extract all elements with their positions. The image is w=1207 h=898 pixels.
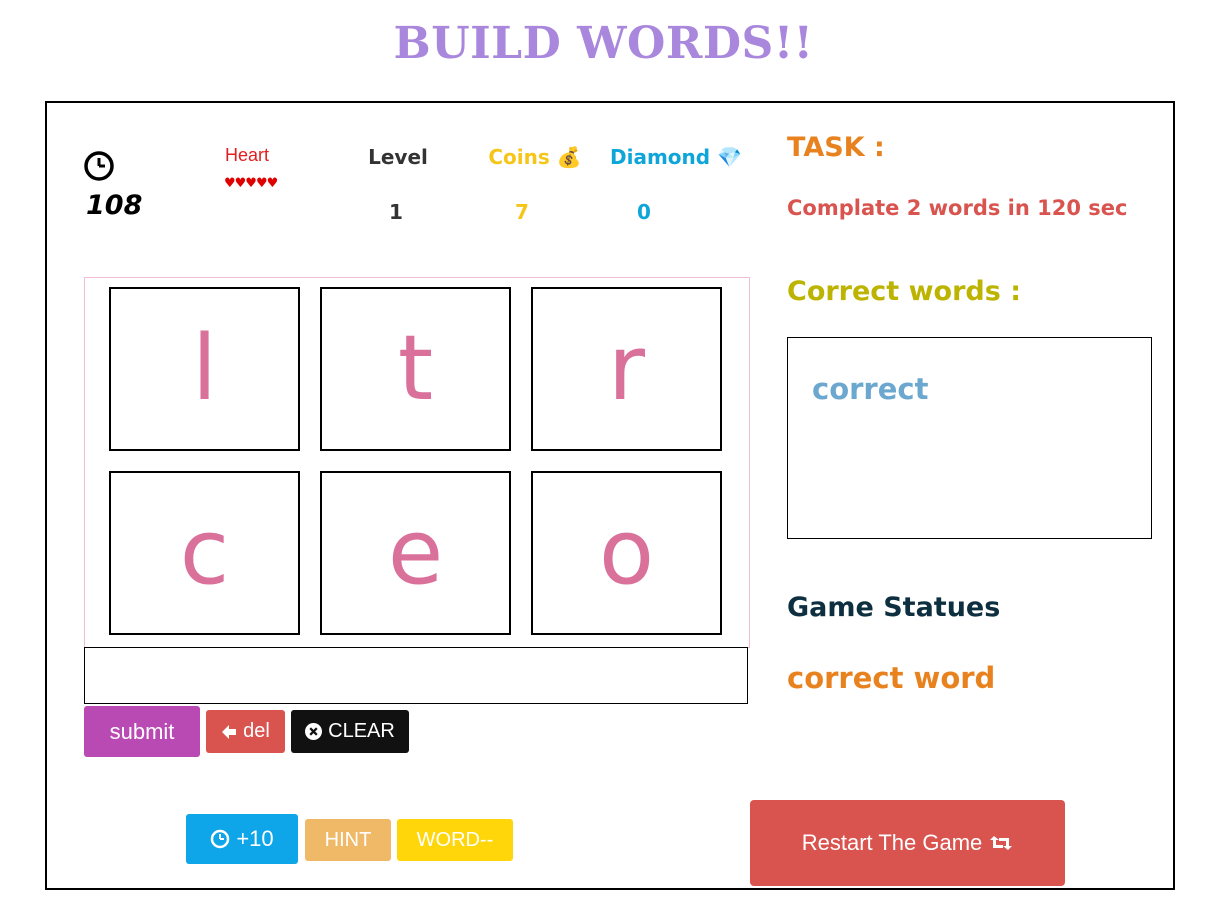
timer-value: 108 [86, 190, 143, 221]
tile-letter: r [607, 316, 645, 421]
tile-letter: c [179, 500, 230, 605]
diamond-label: Diamond 💎 [610, 145, 742, 169]
delete-button[interactable]: del [206, 710, 285, 753]
add-time-button[interactable]: +10 [186, 814, 298, 864]
delete-label: del [243, 720, 270, 742]
coins-label: Coins 💰 [488, 145, 582, 169]
level-value: 1 [389, 200, 403, 224]
restart-button[interactable]: Restart The Game [750, 800, 1065, 886]
letter-tile[interactable]: o [531, 471, 722, 635]
letter-tile[interactable]: t [320, 287, 511, 451]
letter-grid: l t r c e o [84, 277, 750, 648]
heart-label: Heart [225, 145, 270, 165]
submit-button[interactable]: submit [84, 706, 200, 757]
restart-label: Restart The Game [801, 830, 983, 855]
game-status-text: correct word [787, 661, 996, 695]
letter-tile[interactable]: l [109, 287, 300, 451]
letter-tile[interactable]: r [531, 287, 722, 451]
add-time-label: +10 [236, 826, 274, 851]
diamond-value: 0 [637, 200, 651, 224]
word-button[interactable]: WORD-- [397, 819, 513, 861]
correct-word-item: correct [812, 372, 929, 406]
page-title: BUILD WORDS!! [393, 18, 814, 69]
arrow-left-icon [222, 724, 237, 739]
letter-tile[interactable]: e [320, 471, 511, 635]
task-title: TASK : [787, 132, 885, 163]
hearts-icon: ♥♥♥♥♥ [224, 176, 278, 191]
clock-icon [211, 829, 230, 849]
correct-words-title: Correct words : [787, 276, 1022, 307]
submit-label: submit [109, 718, 175, 744]
close-circle-icon [305, 723, 323, 740]
tile-letter: t [397, 316, 434, 421]
tile-letter: l [191, 316, 217, 421]
word-label: WORD-- [416, 828, 494, 851]
task-text: Complate 2 words in 120 sec [787, 196, 1128, 220]
clock-icon [84, 151, 114, 181]
tile-letter: e [387, 500, 444, 605]
level-label: Level [368, 145, 428, 169]
clear-label: CLEAR [328, 720, 395, 742]
answer-field[interactable] [84, 647, 748, 704]
clear-button[interactable]: CLEAR [291, 710, 409, 753]
correct-words-box [787, 337, 1152, 539]
coins-value: 7 [515, 200, 529, 224]
retweet-icon [990, 836, 1013, 850]
tile-letter: o [598, 500, 655, 605]
hint-button[interactable]: HINT [305, 819, 391, 861]
letter-tile[interactable]: c [109, 471, 300, 635]
hint-label: HINT [324, 828, 372, 851]
game-status-title: Game Statues [787, 592, 1001, 623]
